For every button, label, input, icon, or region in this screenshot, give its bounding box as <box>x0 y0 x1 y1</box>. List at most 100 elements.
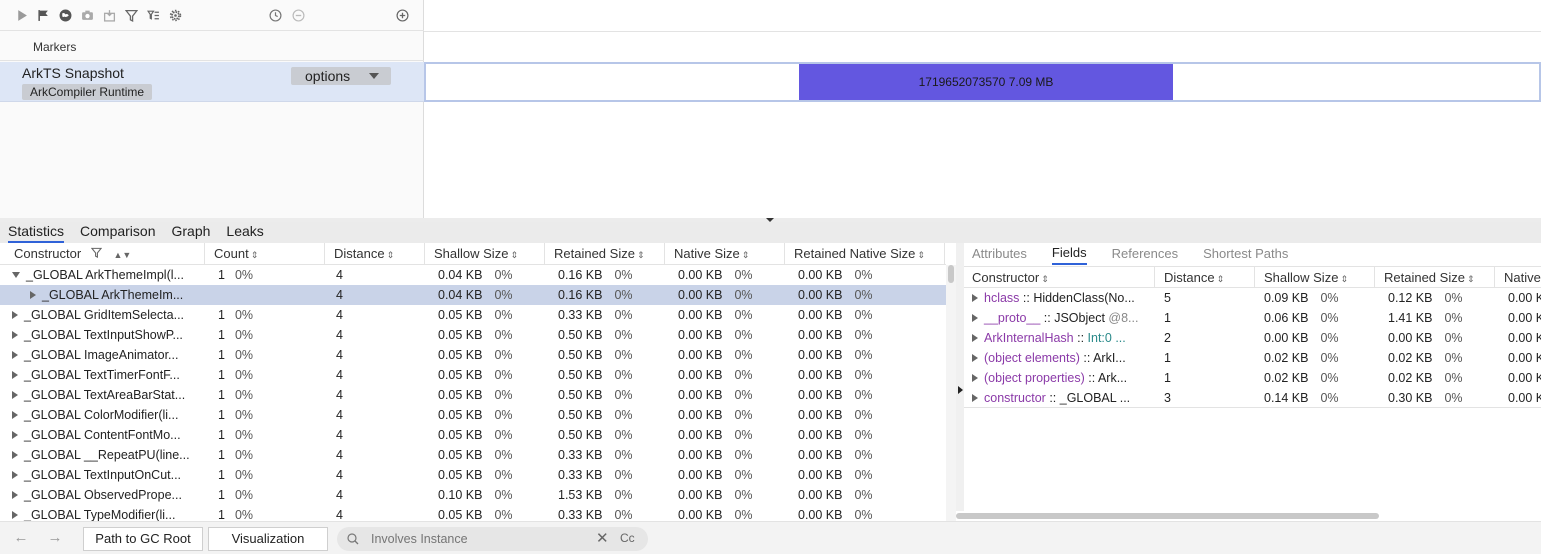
snapshot-row[interactable]: ArkTS Snapshot ArkCompiler Runtime optio… <box>0 62 424 102</box>
column-retained-size[interactable]: Retained Size ⇕ <box>546 243 665 265</box>
sort-icon[interactable]: ⇕ <box>387 250 395 260</box>
table-row[interactable]: _GLOBAL TextInputShowP... 1 0% 4 0.05 KB 0% 0.… <box>0 325 946 345</box>
close-icon[interactable]: ✕ <box>596 529 609 547</box>
filter-icon[interactable] <box>90 246 103 261</box>
list-item[interactable]: (object elements) :: ArkI... 1 0.02 KB 0% 0.… <box>964 348 1541 368</box>
expand-right-icon[interactable] <box>12 511 18 519</box>
camera-icon[interactable] <box>78 6 97 25</box>
column-distance[interactable]: Distance ⇕ <box>1156 267 1255 288</box>
sort-icon[interactable]: ⇕ <box>251 250 259 260</box>
table-row[interactable]: _GLOBAL ColorModifier(li... 1 0% 4 0.05 KB 0%… <box>0 405 946 425</box>
panel-divider[interactable] <box>956 243 964 521</box>
shallow-value: 0.05 KB <box>438 308 483 322</box>
filter-icon[interactable] <box>122 6 141 25</box>
minus-circle-icon[interactable] <box>289 6 308 25</box>
snapshot-track[interactable]: 1719652073570 7.09 MB <box>424 62 1541 102</box>
sort-icon[interactable]: ⇕ <box>917 250 925 260</box>
expand-down-icon[interactable] <box>12 272 20 278</box>
options-dropdown[interactable]: options <box>291 67 391 85</box>
visualization-button[interactable]: Visualization <box>208 527 328 551</box>
sort-icon[interactable]: ▲▼ <box>113 250 131 260</box>
expand-right-icon[interactable] <box>12 311 18 319</box>
expand-right-icon[interactable] <box>12 371 18 379</box>
expand-right-icon[interactable] <box>972 334 978 342</box>
clock-icon[interactable] <box>266 6 285 25</box>
expand-right-icon[interactable] <box>972 354 978 362</box>
table-row[interactable]: _GLOBAL TypeModifier(li... 1 0% 4 0.05 KB 0% 0… <box>0 505 946 521</box>
vertical-scrollbar[interactable] <box>946 265 956 521</box>
gear-icon[interactable] <box>166 6 185 25</box>
column-count[interactable]: Count ⇕ <box>206 243 325 265</box>
scrollbar-thumb[interactable] <box>948 265 954 283</box>
sort-icon[interactable]: ⇕ <box>1340 274 1348 284</box>
list-item[interactable]: __proto__ :: JSObject @8... 1 0.06 KB 0% 1.4… <box>964 308 1541 328</box>
expand-right-icon[interactable] <box>12 351 18 359</box>
scrollbar-thumb[interactable] <box>956 513 1379 519</box>
search-input[interactable] <box>371 530 591 548</box>
column-constructor[interactable]: Constructor ▲▼ <box>6 243 205 265</box>
sort-icon[interactable]: ⇕ <box>637 250 645 260</box>
tab-shortest-paths[interactable]: Shortest Paths <box>1203 243 1288 265</box>
table-row[interactable]: _GLOBAL __RepeatPU(line... 1 0% 4 0.05 KB 0% 0… <box>0 445 946 465</box>
sort-icon[interactable]: ⇕ <box>1467 274 1475 284</box>
filter-flow-icon[interactable] <box>144 6 163 25</box>
table-row[interactable]: _GLOBAL ContentFontMo... 1 0% 4 0.05 KB 0% 0.5… <box>0 425 946 445</box>
list-item[interactable]: ArkInternalHash :: Int:0 ... 2 0.00 KB 0% 0.… <box>964 328 1541 348</box>
expand-right-icon[interactable] <box>12 331 18 339</box>
table-row[interactable]: _GLOBAL TextTimerFontF... 1 0% 4 0.05 KB 0% 0.… <box>0 365 946 385</box>
tab-graph[interactable]: Graph <box>172 222 211 243</box>
shallow-percent: 0% <box>494 308 513 322</box>
dump-icon[interactable] <box>100 6 119 25</box>
tab-references[interactable]: References <box>1112 243 1178 265</box>
expand-right-icon[interactable] <box>30 291 36 299</box>
caret-right-icon[interactable] <box>958 386 963 394</box>
expand-right-icon[interactable] <box>12 411 18 419</box>
column-shallow-size[interactable]: Shallow Size ⇕ <box>1256 267 1375 288</box>
list-item[interactable]: constructor :: _GLOBAL ... 3 0.14 KB 0% 0.30… <box>964 388 1541 408</box>
list-item[interactable]: (object properties) :: Ark... 1 0.02 KB 0% 0… <box>964 368 1541 388</box>
table-row[interactable]: _GLOBAL ObservedPrope... 1 0% 4 0.10 KB 0% 1.5… <box>0 485 946 505</box>
tab-attributes[interactable]: Attributes <box>972 243 1027 265</box>
path-to-gc-root-button[interactable]: Path to GC Root <box>83 527 203 551</box>
snapshot-bar[interactable]: 1719652073570 7.09 MB <box>799 64 1173 100</box>
column-shallow-size[interactable]: Shallow Size ⇕ <box>426 243 545 265</box>
expand-right-icon[interactable] <box>972 294 978 302</box>
expand-right-icon[interactable] <box>12 451 18 459</box>
sort-icon[interactable]: ⇕ <box>510 250 518 260</box>
table-row[interactable]: _GLOBAL TextInputOnCut... 1 0% 4 0.05 KB 0% 0.… <box>0 465 946 485</box>
tab-fields[interactable]: Fields <box>1051 243 1087 265</box>
tab-comparison[interactable]: Comparison <box>80 222 155 243</box>
sort-icon[interactable]: ⇕ <box>742 250 750 260</box>
expand-right-icon[interactable] <box>972 374 978 382</box>
expand-right-icon[interactable] <box>12 391 18 399</box>
plus-circle-icon[interactable] <box>393 6 412 25</box>
expand-right-icon[interactable] <box>972 314 978 322</box>
column-distance[interactable]: Distance ⇕ <box>326 243 425 265</box>
flag-icon[interactable] <box>34 6 53 25</box>
expand-right-icon[interactable] <box>12 471 18 479</box>
play-icon[interactable] <box>12 6 31 25</box>
table-row[interactable]: _GLOBAL ImageAnimator... 1 0% 4 0.05 KB 0% 0.5… <box>0 345 946 365</box>
expand-right-icon[interactable] <box>12 491 18 499</box>
sort-icon[interactable]: ⇕ <box>1041 274 1049 284</box>
tab-statistics[interactable]: Statistics <box>8 222 65 243</box>
horizontal-scrollbar[interactable] <box>956 511 1541 521</box>
sort-icon[interactable]: ⇕ <box>1217 274 1225 284</box>
table-row[interactable]: _GLOBAL ArkThemeImpl(l... 1 0% 4 0.04 KB 0% 0.… <box>0 265 946 285</box>
globe-icon[interactable] <box>56 6 75 25</box>
column-native-size[interactable]: Native Size ⇕ <box>666 243 785 265</box>
list-item[interactable]: hclass :: HiddenClass(No... 5 0.09 KB 0% 0.1… <box>964 288 1541 308</box>
arrow-right-icon[interactable]: → <box>46 529 64 547</box>
tab-leaks[interactable]: Leaks <box>226 222 263 243</box>
table-row[interactable]: _GLOBAL TextAreaBarStat... 1 0% 4 0.05 KB 0% 0… <box>0 385 946 405</box>
table-row[interactable]: _GLOBAL ArkThemeIm... 4 0.04 KB 0% 0.16 KB 0%… <box>0 285 946 305</box>
arrow-left-icon[interactable]: ← <box>12 529 30 547</box>
expand-right-icon[interactable] <box>972 394 978 402</box>
expand-right-icon[interactable] <box>12 431 18 439</box>
match-case-toggle[interactable]: Cc <box>620 531 635 545</box>
column-retained-native-size[interactable]: Retained Native Size ⇕ <box>786 243 945 265</box>
column-constructor[interactable]: Constructor ⇕ <box>964 267 1155 288</box>
table-row[interactable]: _GLOBAL GridItemSelecta... 1 0% 4 0.05 KB 0% 0… <box>0 305 946 325</box>
column-native[interactable]: Native <box>1496 267 1541 288</box>
column-retained-size[interactable]: Retained Size ⇕ <box>1376 267 1495 288</box>
